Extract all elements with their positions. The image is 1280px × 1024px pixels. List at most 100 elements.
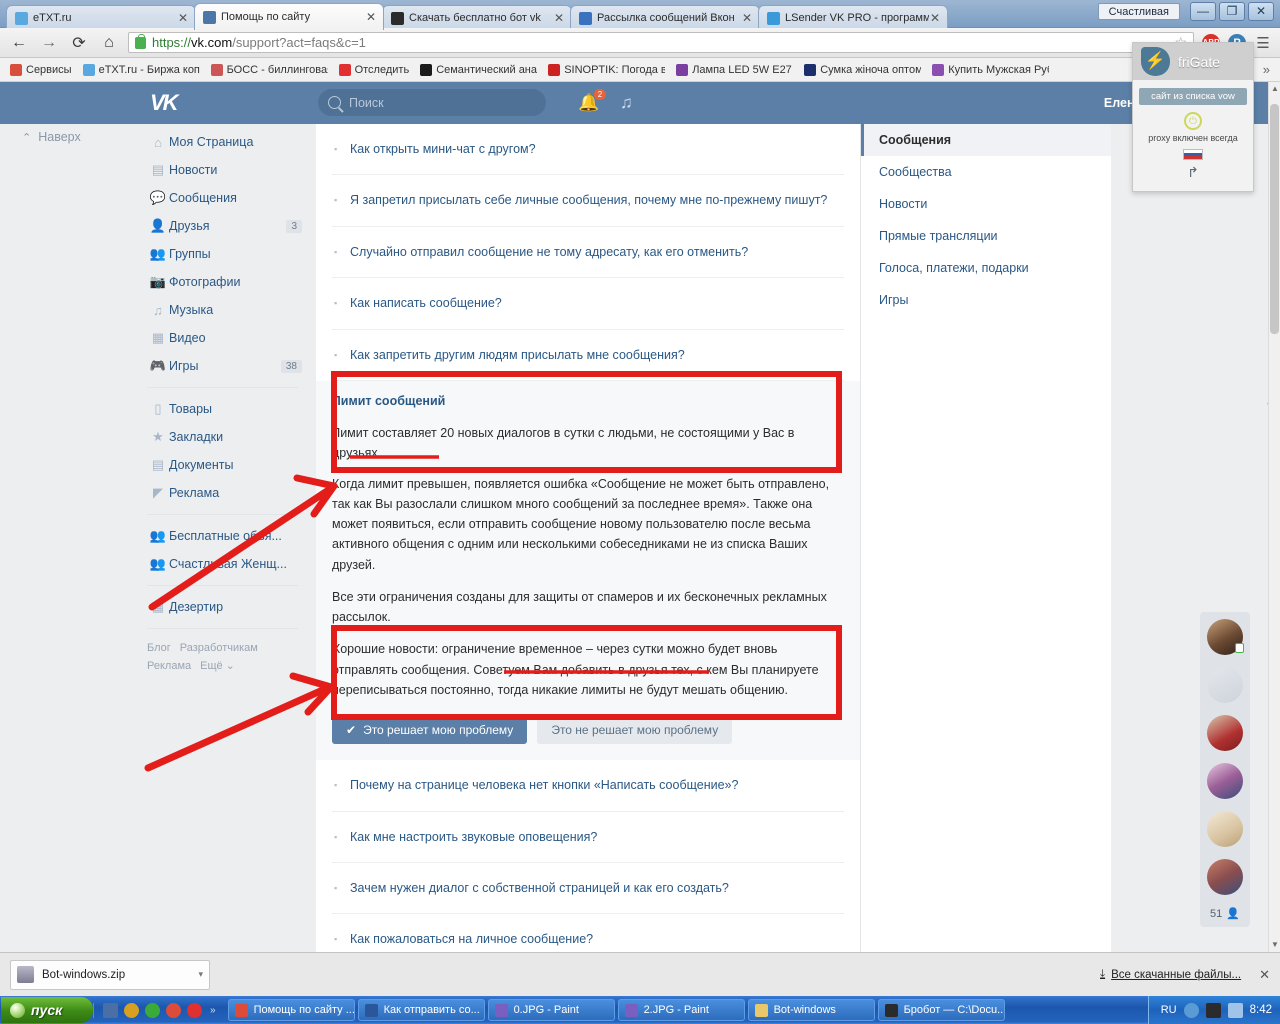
show-all-downloads-link[interactable]: ⤓ Все скачанные файлы... (1100, 968, 1241, 981)
network-icon[interactable] (1227, 1002, 1243, 1018)
footer-link[interactable]: Разработчикам (180, 642, 258, 654)
faq-question[interactable]: ▪ Как мне настроить звуковые оповещения? (332, 812, 844, 863)
close-icon[interactable]: ✕ (177, 11, 189, 25)
back-arrow-icon[interactable]: ← (8, 34, 30, 52)
close-icon[interactable]: ✕ (365, 10, 377, 24)
browser-tab[interactable]: Помощь по сайту ✕ (194, 3, 384, 30)
forward-arrow-icon[interactable]: → (38, 34, 60, 52)
frigate-popup[interactable]: ⚡ friGate сайт из списка vow ⏻ proxy вкл… (1132, 42, 1254, 192)
home-icon[interactable]: ⌂ (98, 34, 120, 52)
sidebar-item-друзья[interactable]: 👤 Друзья 3 (147, 212, 302, 240)
opera-icon[interactable] (124, 1002, 139, 1018)
volume-icon[interactable] (1183, 1002, 1199, 1018)
friend-avatar[interactable] (1207, 859, 1243, 895)
sidebar-item-счастливая-женщ[interactable]: 👥 Счастливая Женщ... (147, 550, 302, 578)
bookmark-item[interactable]: Лампа LED 5W E27 све (672, 62, 797, 78)
search-input[interactable]: Поиск (318, 89, 546, 116)
scroll-down-arrow-icon[interactable]: ▼ (1269, 938, 1280, 952)
maximize-button[interactable]: ❐ (1219, 2, 1245, 21)
music-note-icon[interactable]: ♫ (620, 93, 633, 113)
vk-logo[interactable]: VK (150, 90, 179, 116)
footer-link[interactable]: Ещё ⌄ (200, 660, 235, 672)
taskbar-window-button[interactable]: Bot-windows (747, 999, 875, 1021)
friend-avatar[interactable] (1207, 619, 1244, 655)
sidebar-item-бесплатные-объя[interactable]: 👥 Бесплатные объя... (147, 522, 302, 550)
sidebar-item-игры[interactable]: 🎮 Игры 38 (147, 352, 302, 380)
chrome-icon[interactable] (166, 1002, 181, 1018)
bookmark-item[interactable]: Сервисы (6, 62, 76, 78)
bookmark-item[interactable]: Купить Мужская Руба (928, 62, 1053, 78)
close-icon[interactable]: ✕ (929, 11, 941, 25)
faq-question[interactable]: ▪ Зачем нужен диалог с собственной страни… (332, 863, 844, 915)
sidebar-item-группы[interactable]: 👥 Группы (147, 240, 302, 268)
does-not-solve-button[interactable]: Это не решает мою проблему (537, 716, 733, 745)
taskbar-window-button[interactable]: 2.JPG - Paint (617, 999, 745, 1021)
start-button[interactable]: пуск (1, 997, 93, 1023)
close-button[interactable]: ✕ (1248, 2, 1274, 21)
bookmarks-overflow-icon[interactable]: » (1263, 62, 1274, 77)
faq-question[interactable]: ▪ Почему на странице человека нет кнопки … (332, 760, 844, 812)
category-item[interactable]: Сообщения (861, 124, 1111, 156)
footer-link[interactable]: Реклама (147, 660, 191, 672)
category-item[interactable]: Прямые трансляции (861, 220, 1111, 252)
bookmark-item[interactable]: SINOPTIK: Погода в Н (544, 62, 669, 78)
sidebar-item-документы[interactable]: ▤ Документы (147, 451, 302, 479)
friend-avatar[interactable] (1207, 715, 1243, 751)
brobot-icon[interactable] (1205, 1002, 1221, 1018)
friend-avatar[interactable] (1207, 811, 1243, 847)
faq-question[interactable]: ▪ Как запретить другим людям присылать мн… (332, 330, 844, 381)
taskbar-window-button[interactable]: Помощь по сайту ... (227, 999, 355, 1021)
jump-arrow-icon[interactable]: ↱ (1139, 164, 1247, 181)
hamburger-menu-icon[interactable]: ☰ (1254, 34, 1272, 52)
clock[interactable]: 8:42 (1250, 1004, 1272, 1016)
reload-icon[interactable]: ⟳ (68, 33, 90, 53)
chevron-down-icon[interactable]: ▾ (198, 969, 203, 980)
browser-tab[interactable]: Рассылка сообщений Вкон ✕ (570, 5, 760, 30)
sidebar-item-дезертир[interactable]: ▦ Дезертир (147, 593, 302, 621)
browser-tab[interactable]: eTXT.ru ✕ (6, 5, 196, 30)
solves-problem-button[interactable]: ✔ Это решает мою проблему (332, 716, 528, 745)
friend-avatar[interactable] (1207, 667, 1243, 703)
sidebar-item-реклама[interactable]: ◤ Реклама (147, 479, 302, 507)
bookmark-item[interactable]: Сумка жіноча оптом 12 (800, 62, 925, 78)
bookmark-item[interactable]: Отследить (335, 62, 414, 78)
category-item[interactable]: Игры (861, 284, 1111, 316)
category-item[interactable]: Новости (861, 188, 1111, 220)
close-download-bar-button[interactable]: ✕ (1259, 967, 1270, 983)
sidebar-item-сообщения[interactable]: 💬 Сообщения (147, 184, 302, 212)
browser-tab[interactable]: Скачать бесплатно бот vk ✕ (382, 5, 572, 30)
scroll-to-top-link[interactable]: ⌃ Наверх (22, 130, 81, 144)
friend-avatar[interactable] (1207, 763, 1243, 799)
sidebar-item-закладки[interactable]: ★ Закладки (147, 423, 302, 451)
language-indicator[interactable]: RU (1161, 1004, 1177, 1016)
faq-question[interactable]: ▪ Как пожаловаться на личное сообщение? (332, 914, 844, 952)
minimize-button[interactable]: — (1190, 2, 1216, 21)
taskbar-window-button[interactable]: Бробот — C:\Docu... (877, 999, 1005, 1021)
utorrent-icon[interactable] (145, 1002, 160, 1018)
sidebar-item-фотографии[interactable]: 📷 Фотографии (147, 268, 302, 296)
sidebar-item-моя-страница[interactable]: ⌂ Моя Страница (147, 128, 302, 156)
bookmark-item[interactable]: Семантический анализ (416, 62, 541, 78)
show-desktop-icon[interactable] (103, 1002, 118, 1018)
sidebar-item-товары[interactable]: ▯ Товары (147, 395, 302, 423)
faq-question[interactable]: ▪ Случайно отправил сообщение не тому адр… (332, 227, 844, 279)
scroll-up-arrow-icon[interactable]: ▲ (1269, 82, 1280, 96)
taskbar-window-button[interactable]: Как отправить со... (357, 999, 485, 1021)
bookmark-item[interactable]: eTXT.ru - Биржа копир (79, 62, 204, 78)
sidebar-item-музыка[interactable]: ♫ Музыка (147, 296, 302, 324)
bell-icon[interactable]: 🔔 2 (578, 89, 607, 113)
yandex-icon[interactable] (187, 1002, 202, 1018)
address-bar[interactable]: https://vk.com/support?act=faqs&c=1 ☆ (128, 32, 1194, 53)
close-icon[interactable]: ✕ (741, 11, 753, 25)
scrollbar-thumb[interactable] (1270, 104, 1279, 334)
footer-link[interactable]: Блог (147, 642, 171, 654)
faq-question[interactable]: ▪ Как открыть мини-чат с другом? (332, 124, 844, 176)
download-item[interactable]: Bot-windows.zip ▾ (10, 959, 210, 990)
close-icon[interactable]: ✕ (553, 11, 565, 25)
category-item[interactable]: Голоса, платежи, подарки (861, 252, 1111, 284)
faq-question[interactable]: ▪ Я запретил присылать себе личные сообще… (332, 175, 844, 227)
browser-tab[interactable]: LSender VK PRO - программ ✕ (758, 5, 948, 30)
category-item[interactable]: Сообщества (861, 156, 1111, 188)
faq-question[interactable]: ▪ Как написать сообщение? (332, 278, 844, 330)
sidebar-item-новости[interactable]: ▤ Новости (147, 156, 302, 184)
